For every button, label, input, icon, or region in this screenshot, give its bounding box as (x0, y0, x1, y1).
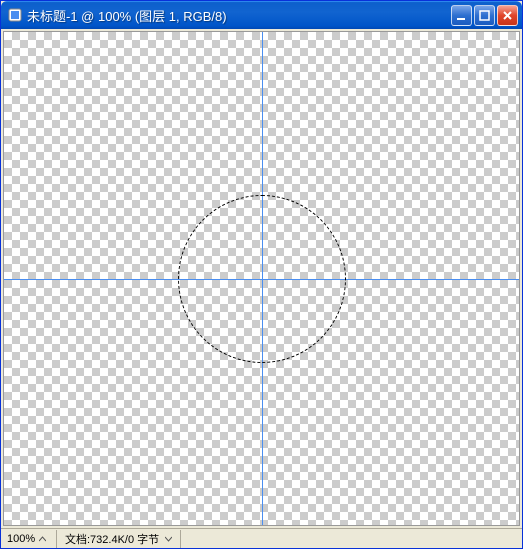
status-bar: 100% 文档:732.4K/0 字节 (1, 528, 522, 548)
zoom-field[interactable]: 100% (1, 530, 57, 548)
close-button[interactable] (497, 5, 518, 26)
window-title: 未标题-1 @ 100% (图层 1, RGB/8) (27, 6, 451, 25)
title-bar[interactable]: 未标题-1 @ 100% (图层 1, RGB/8) (1, 1, 522, 29)
document-info[interactable]: 文档:732.4K/0 字节 (57, 530, 181, 548)
maximize-button[interactable] (474, 5, 495, 26)
app-window: 未标题-1 @ 100% (图层 1, RGB/8) (0, 0, 523, 549)
document-info-text: 文档:732.4K/0 字节 (65, 531, 159, 547)
maximize-icon (479, 10, 490, 21)
zoom-value: 100% (7, 533, 35, 545)
dropdown-arrow-icon (165, 533, 172, 545)
minimize-icon (456, 10, 467, 21)
window-controls (451, 5, 518, 26)
minimize-button[interactable] (451, 5, 472, 26)
dropdown-arrow-icon (39, 533, 46, 545)
app-icon (7, 7, 23, 23)
selection-marquee-circle[interactable] (178, 195, 346, 363)
canvas-area[interactable] (3, 31, 520, 526)
close-icon (502, 10, 513, 21)
